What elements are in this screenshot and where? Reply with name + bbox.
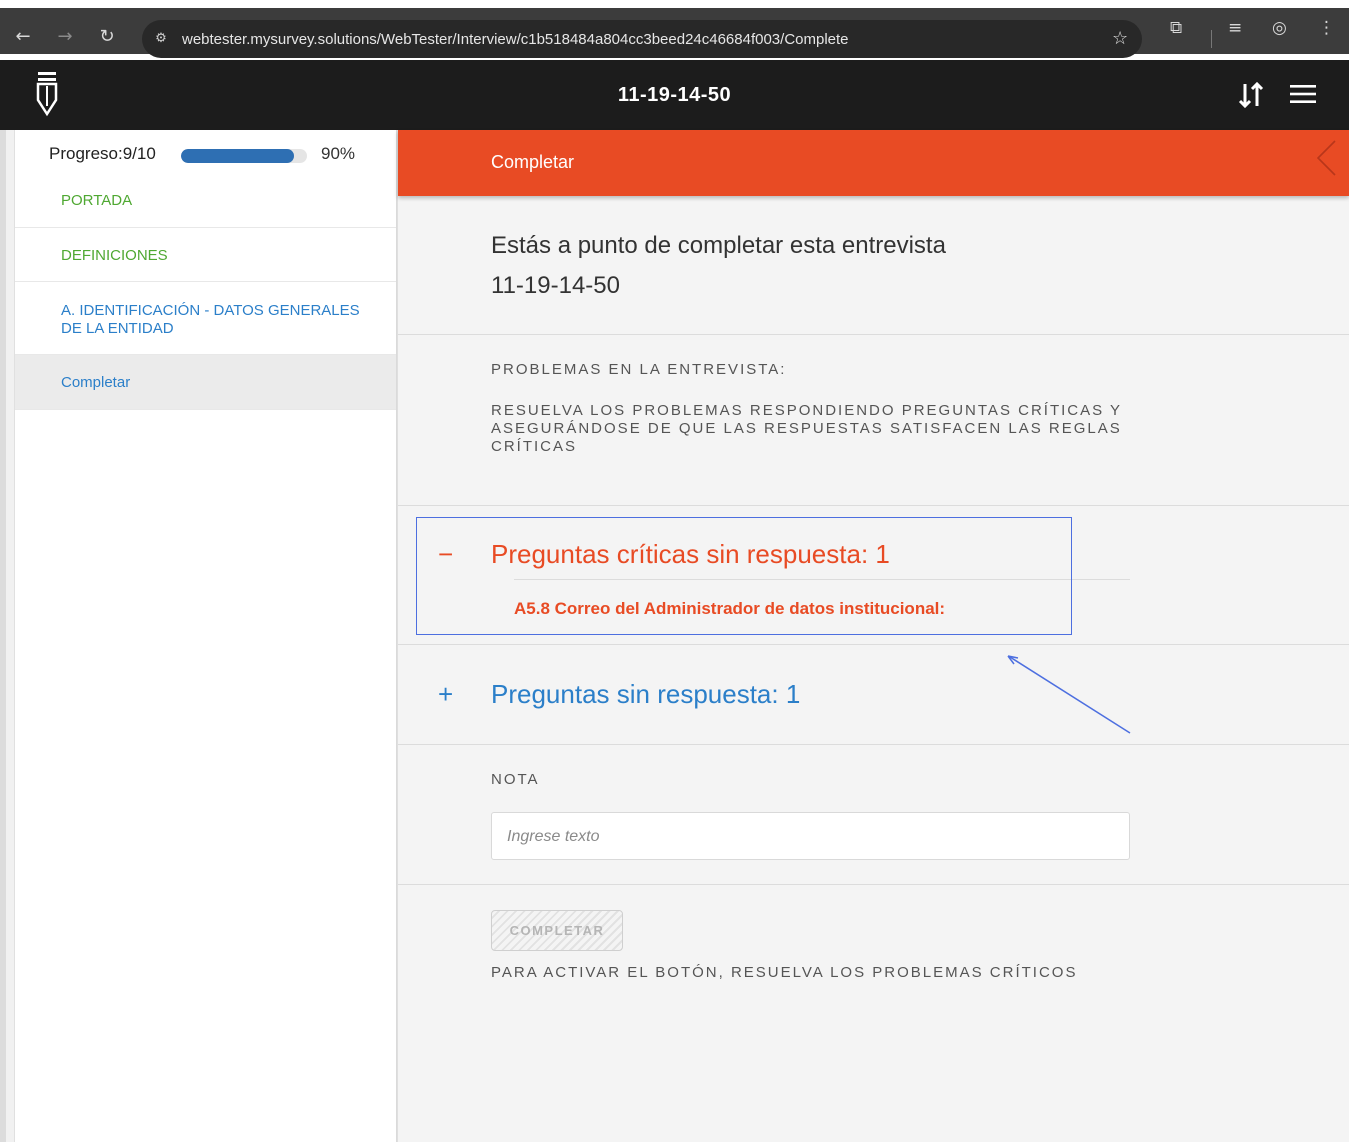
annotation-highlight-box xyxy=(416,517,1072,635)
unanswered-questions-toggle[interactable]: + Preguntas sin respuesta: 1 xyxy=(438,679,800,710)
progress-percent: 90% xyxy=(321,144,356,163)
note-input[interactable]: Ingrese texto xyxy=(491,812,1130,860)
divider xyxy=(398,644,1349,645)
extensions-icon[interactable]: ⧉ xyxy=(1170,18,1182,38)
window-edge-inner xyxy=(6,130,14,1142)
interview-key: 11-19-14-50 xyxy=(491,272,620,299)
media-icon[interactable]: ≡ xyxy=(1228,18,1242,38)
toolbar-separator xyxy=(1211,30,1212,48)
site-info-icon[interactable]: ⚙ xyxy=(152,30,170,48)
divider xyxy=(398,505,1349,506)
sidebar-item-label: PORTADA xyxy=(61,192,133,209)
sidebar-item-portada[interactable]: PORTADA xyxy=(15,174,397,228)
section-chevron-left-icon[interactable] xyxy=(1314,138,1338,178)
problems-title: PROBLEMAS EN LA ENTREVISTA: xyxy=(491,361,787,378)
divider xyxy=(398,884,1349,885)
sort-icon[interactable] xyxy=(1238,80,1264,110)
browser-toolbar: ← → ↻ ⚙ webtester.mysurvey.solutions/Web… xyxy=(0,8,1349,58)
progress-row: Progreso:9/10 90% xyxy=(49,142,415,184)
hamburger-menu-icon[interactable] xyxy=(1290,84,1316,104)
annotation-arrow-icon xyxy=(1007,655,1131,734)
sidebar-item-label: Completar xyxy=(61,374,131,391)
app-header: 11-19-14-50 xyxy=(0,60,1349,130)
progress-bar-fill xyxy=(181,149,295,163)
browser-chrome: ← → ↻ ⚙ webtester.mysurvey.solutions/Web… xyxy=(0,0,1349,60)
progress-label: Progreso:9/10 xyxy=(49,144,156,163)
main-content: Completar Estás a punto de completar est… xyxy=(398,130,1349,1142)
activate-hint: PARA ACTIVAR EL BOTÓN, RESUELVA LOS PROB… xyxy=(491,964,1078,981)
unanswered-questions-heading[interactable]: Preguntas sin respuesta: 1 xyxy=(491,679,800,709)
sidebar-item-label: A. IDENTIFICACIÓN - DATOS GENERALES DE L… xyxy=(61,302,360,337)
address-bar[interactable]: ⚙ webtester.mysurvey.solutions/WebTester… xyxy=(142,20,1142,58)
sidebar-item-definiciones[interactable]: DEFINICIONES xyxy=(15,228,397,282)
more-icon[interactable]: ⋮ xyxy=(1318,18,1335,38)
bookmark-star-icon[interactable]: ☆ xyxy=(1112,28,1128,49)
profile-icon[interactable]: ◎ xyxy=(1272,18,1287,38)
complete-intro-text: Estás a punto de completar esta entrevis… xyxy=(491,232,946,259)
divider xyxy=(398,744,1349,745)
sidebar-item-identificacion[interactable]: A. IDENTIFICACIÓN - DATOS GENERALES DE L… xyxy=(15,282,397,355)
divider xyxy=(398,334,1349,335)
expand-plus-icon[interactable]: + xyxy=(438,679,491,710)
progress-bar xyxy=(181,149,307,163)
section-header-bar: Completar xyxy=(398,130,1349,196)
reload-icon[interactable]: ↻ xyxy=(96,26,118,48)
url-text[interactable]: webtester.mysurvey.solutions/WebTester/I… xyxy=(182,31,849,48)
sidebar: Progreso:9/10 90% PORTADA DEFINICIONES A… xyxy=(14,130,415,1142)
section-title: Completar xyxy=(491,152,575,172)
complete-button[interactable]: COMPLETAR xyxy=(491,910,623,951)
interview-title: 11-19-14-50 xyxy=(617,84,732,106)
problems-description: RESUELVA LOS PROBLEMAS RESPONDIENDO PREG… xyxy=(491,402,1122,455)
forward-icon[interactable]: → xyxy=(54,26,76,48)
note-label: NOTA xyxy=(491,771,540,788)
sidebar-item-completar[interactable]: Completar xyxy=(15,355,397,410)
back-icon[interactable]: ← xyxy=(12,26,34,48)
sidebar-item-label: DEFINICIONES xyxy=(61,247,168,264)
